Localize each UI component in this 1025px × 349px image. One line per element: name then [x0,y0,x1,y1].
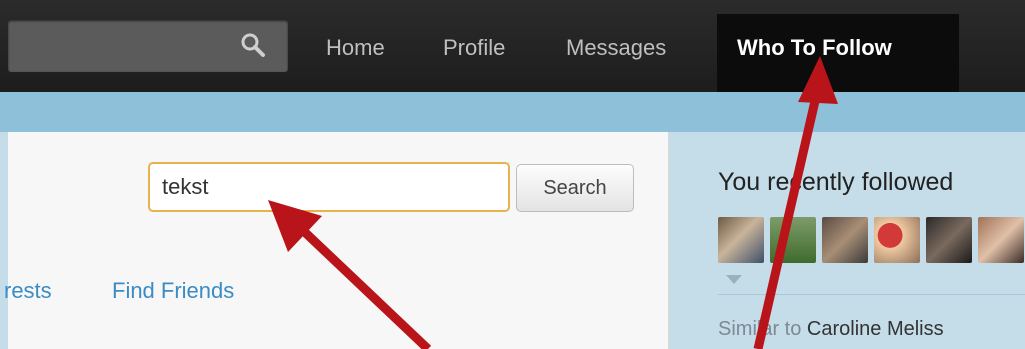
search-icon[interactable] [240,32,266,58]
main-panel: Search rests Find Friends [4,132,669,349]
avatar[interactable] [978,217,1024,263]
tab-interests[interactable]: rests [4,278,52,304]
page-body: Search rests Find Friends You recently f… [0,132,1025,349]
accent-bar [0,92,1025,132]
topbar-search-field[interactable] [8,20,288,72]
similar-name[interactable]: Caroline Meliss [807,318,944,340]
avatar[interactable] [770,217,816,263]
nav-messages[interactable]: Messages [566,30,666,66]
sidebar-title: You recently followed [718,168,954,196]
avatar[interactable] [874,217,920,263]
divider [718,294,1025,295]
sidebar: You recently followed Similar to Carolin… [680,132,1025,349]
avatar[interactable] [822,217,868,263]
nav-profile[interactable]: Profile [443,30,505,66]
search-button[interactable]: Search [516,164,634,212]
tab-find-friends[interactable]: Find Friends [112,278,234,304]
avatar[interactable] [718,217,764,263]
avatar-list [718,217,1025,267]
top-navigation-bar: Home Profile Messages Who To Follow [0,0,1025,92]
nav-who-to-follow[interactable]: Who To Follow [717,14,959,92]
similar-prefix: Similar to [718,318,807,340]
avatar[interactable] [926,217,972,263]
nav-who-to-follow-label: Who To Follow [737,35,892,60]
expand-caret-icon[interactable] [726,275,742,284]
people-search-input[interactable] [148,162,510,212]
similar-to-text: Similar to Caroline Meliss [718,318,944,341]
nav-home[interactable]: Home [326,30,385,66]
